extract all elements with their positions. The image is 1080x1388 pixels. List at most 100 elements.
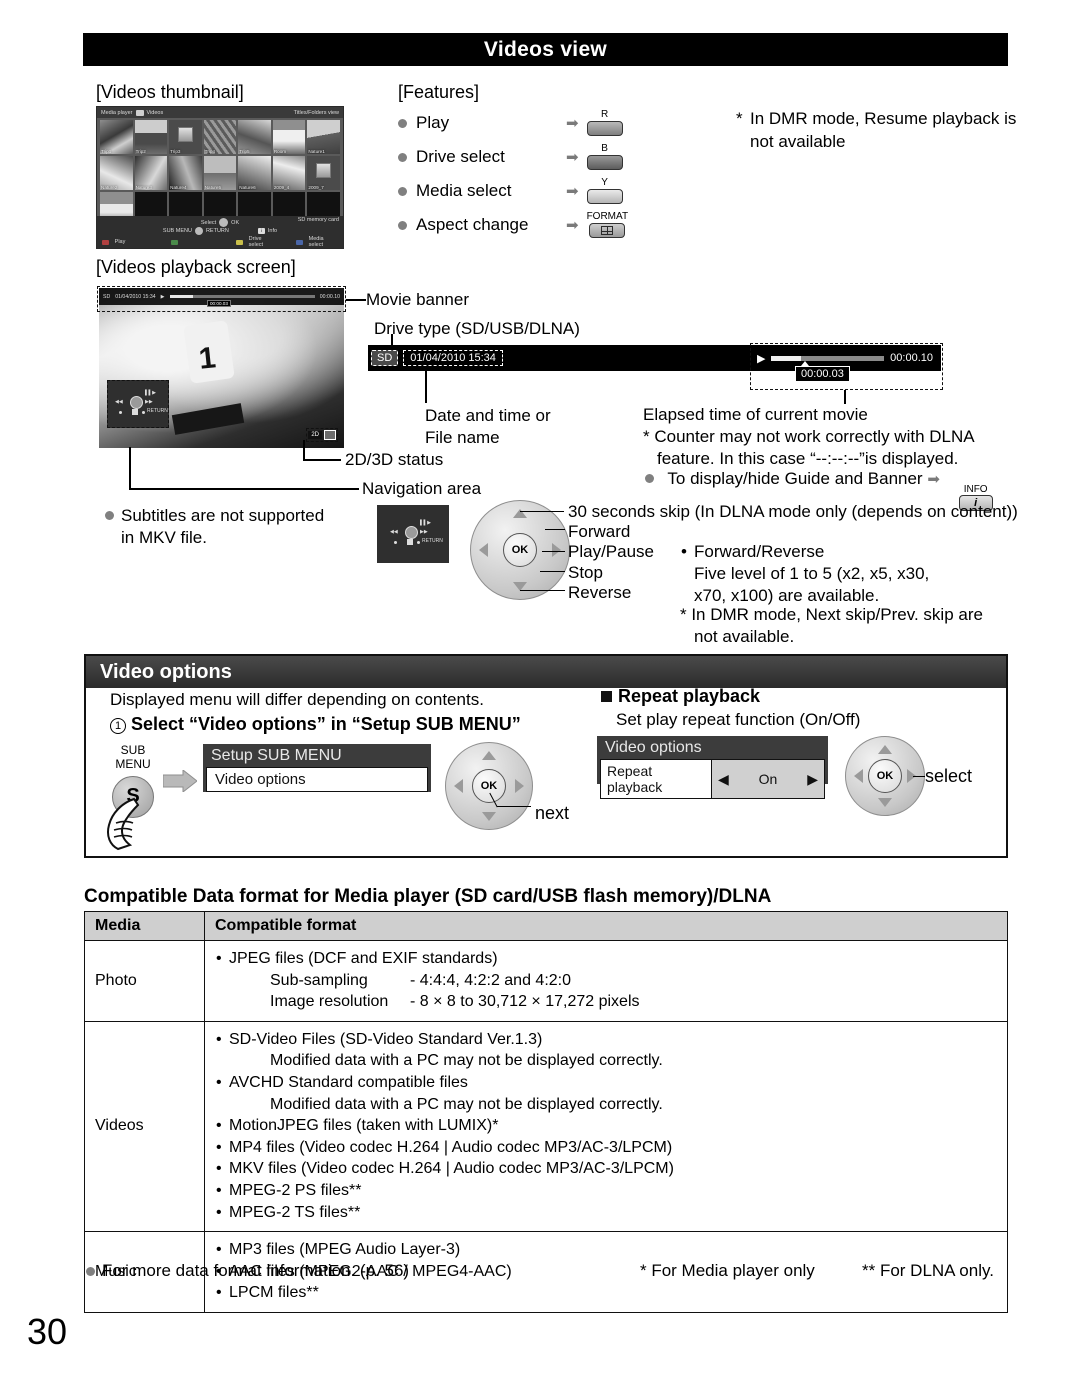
- dpad-ok-button[interactable]: OK: [503, 533, 537, 567]
- thumbnail-item[interactable]: Nature3: [134, 156, 168, 190]
- info-key-label: INFO: [963, 484, 988, 495]
- thumbnail-item[interactable]: Nature4: [169, 156, 202, 190]
- green-button-icon: [171, 239, 179, 245]
- tv-guide-media-select: Media select: [308, 236, 324, 248]
- thumbnail-item[interactable]: Trip1: [100, 120, 133, 154]
- nav-return-label: RETURN: [422, 538, 443, 544]
- footer-note-dlna: ** For DLNA only.: [862, 1261, 994, 1280]
- remote-label-skip: 30 seconds skip (In DLNA mode only (depe…: [568, 502, 1018, 521]
- dpad-right-icon[interactable]: [515, 779, 524, 793]
- red-key-icon: [586, 121, 623, 136]
- video-options-intro: Displayed menu will differ depending on …: [110, 690, 484, 709]
- callout-elapsed-note-l1: * Counter may not work correctly with DL…: [643, 427, 975, 447]
- bullet-icon: [398, 152, 407, 162]
- note-text: In DMR mode, Resume playback is not avai…: [750, 109, 1017, 151]
- format-sub-key: Sub-sampling: [270, 971, 368, 989]
- callout-elapsed-note-l2: feature. In this case “--:--:--”is displ…: [657, 449, 959, 469]
- flow-arrow-icon: [163, 770, 197, 792]
- square-bullet-icon: [601, 691, 612, 702]
- thumbnail-item[interactable]: 2009_4: [272, 156, 306, 190]
- dpad-left-icon[interactable]: [479, 543, 488, 557]
- feature-row-aspect-change: Aspect change ➡ FORMAT: [398, 208, 628, 242]
- dpad-up-icon[interactable]: [482, 751, 496, 760]
- footer-bullet-text: For more data format information. (p. 56…: [102, 1261, 410, 1280]
- table-cell-media: Videos: [84, 1020, 205, 1233]
- thumbnail-item[interactable]: Trip3: [169, 120, 202, 154]
- video-options-dpad[interactable]: OK: [445, 742, 533, 830]
- thumbnail-item[interactable]: Room: [272, 120, 306, 154]
- dpad-right-icon[interactable]: [552, 543, 561, 557]
- callout-date-time-l2: File name: [425, 428, 500, 448]
- note-star: *: [736, 109, 743, 128]
- format-table-footer-note: For more data format information. (p. 56…: [86, 1261, 409, 1281]
- table-header-format: Compatible format: [204, 911, 1008, 941]
- tv-breadcrumb-section: Videos: [146, 109, 164, 116]
- subtitles-note-l1: Subtitles are not supported: [121, 506, 325, 525]
- leader-line: [520, 511, 564, 513]
- thumbnail-label: Trip2: [135, 149, 146, 154]
- key-label: R: [600, 109, 609, 120]
- tv-guide-return: RETURN: [205, 228, 229, 234]
- thumbnail-item[interactable]: Nature2: [100, 156, 133, 190]
- key-label: Y: [601, 177, 608, 188]
- callout-date-time-l1: Date and time or: [425, 406, 551, 425]
- repeat-playback-value-control[interactable]: ◀ On ▶: [712, 759, 825, 799]
- features-list: Play ➡ R Drive select ➡ B Media select ➡…: [398, 106, 628, 242]
- thumbnail-label: Nature6: [239, 185, 256, 190]
- bullet-icon: [645, 474, 654, 483]
- blue-key-icon: [586, 155, 623, 170]
- format-button[interactable]: FORMAT: [587, 212, 628, 238]
- leader-line: [520, 590, 565, 592]
- arrow-right-icon: ➡: [927, 471, 940, 488]
- nav-return-label: RETURN: [147, 408, 168, 414]
- chevron-right-icon[interactable]: ▶: [807, 771, 818, 788]
- dpad-ok-button[interactable]: OK: [868, 759, 902, 793]
- dmr-skip-l1: * In DMR mode, Next skip/Prev. skip are: [680, 605, 983, 624]
- thumbnail-item[interactable]: Trip4: [203, 120, 237, 154]
- dpad-up-icon[interactable]: [878, 745, 892, 754]
- banner-progress-bar[interactable]: [169, 295, 315, 298]
- banner-detail-drive: SD: [371, 350, 399, 366]
- aspect-icon: [324, 430, 336, 440]
- page-title-text: Videos view: [483, 37, 608, 61]
- format-table: Media Compatible format Photo JPEG files…: [84, 911, 1008, 1313]
- repeat-playback-title-text: Repeat playback: [618, 686, 761, 706]
- format-key-icon: [589, 223, 626, 238]
- bullet-icon: [86, 1267, 95, 1276]
- callout-navigation-area: Navigation area: [362, 479, 482, 498]
- dpad-left-icon[interactable]: [454, 779, 463, 793]
- chevron-left-icon[interactable]: ◀: [718, 771, 729, 788]
- leader-line: [346, 299, 366, 301]
- subtitles-note: Subtitles are not supported in MKV file.: [105, 505, 355, 549]
- table-cell-media: Photo: [84, 940, 205, 1022]
- dpad-down-icon[interactable]: [482, 812, 496, 821]
- banner-counter: 00:00.03: [207, 300, 231, 307]
- setup-sub-menu-item-video-options[interactable]: Video options: [206, 767, 428, 792]
- thumbnail-item[interactable]: 2009_7: [307, 156, 340, 190]
- format-sub-value: - 4:4:4, 4:2:2 and 4:2:0: [410, 971, 572, 989]
- remote-label-reverse: Reverse: [568, 583, 632, 602]
- setup-sub-menu-panel: Setup SUB MENU Video options: [203, 744, 431, 792]
- dpad-down-icon[interactable]: [878, 798, 892, 807]
- thumbnail-item[interactable]: Trip5: [238, 120, 271, 154]
- table-header-media: Media: [84, 911, 205, 941]
- yellow-button[interactable]: Y: [586, 177, 623, 204]
- arrow-right-icon: ➡: [566, 183, 579, 200]
- banner-drive-label: SD: [103, 293, 111, 300]
- banner-detail-datetime: 01/04/2010 15:34: [403, 350, 503, 366]
- thumbnail-item[interactable]: Nature1: [307, 120, 340, 154]
- blue-button[interactable]: B: [586, 144, 623, 170]
- dpad-left-icon[interactable]: [854, 769, 863, 783]
- dpad-ok-button[interactable]: OK: [472, 769, 506, 803]
- remote-dpad[interactable]: OK: [470, 500, 570, 600]
- thumbnail-item[interactable]: Trip2: [134, 120, 168, 154]
- format-bullet: JPEG files (DCF and EXIF standards): [215, 948, 997, 970]
- dpad-icon: [194, 227, 203, 235]
- thumbnail-item[interactable]: Nature5: [203, 156, 237, 190]
- key-label: FORMAT: [586, 211, 629, 222]
- videos-thumbnail-screen: Media player Videos Titles/Folders view …: [96, 106, 344, 249]
- format-bullet: MPEG-2 PS files**: [215, 1180, 997, 1202]
- red-button[interactable]: R: [586, 109, 623, 136]
- tv-topbar: Media player Videos Titles/Folders view: [97, 107, 343, 118]
- thumbnail-item[interactable]: Nature6: [238, 156, 271, 190]
